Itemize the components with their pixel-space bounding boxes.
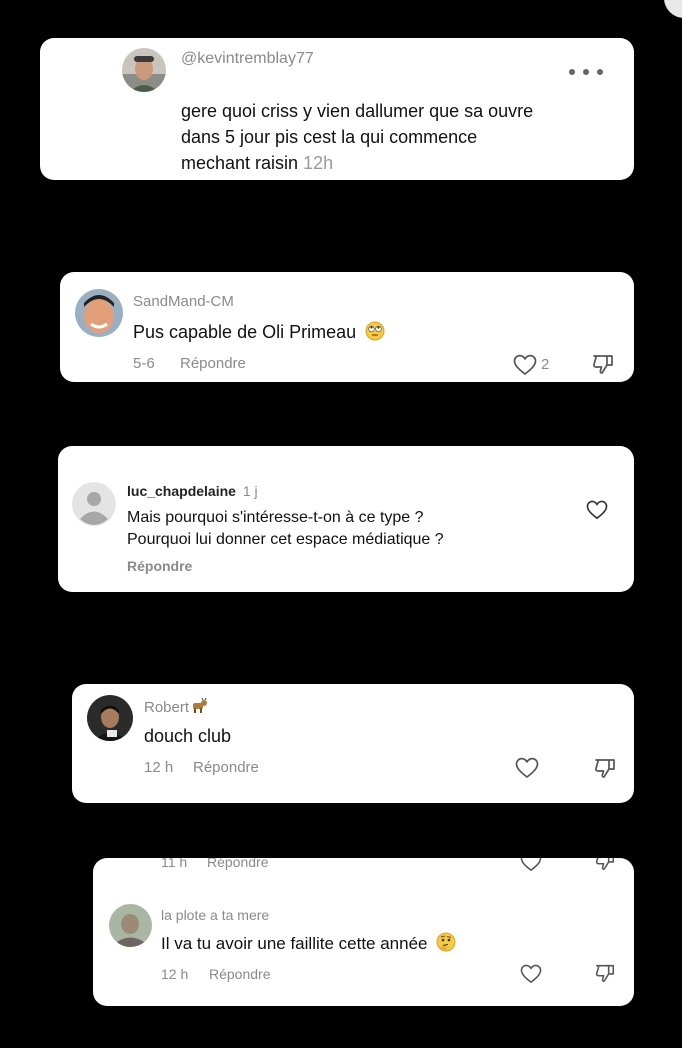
timestamp: 1 j: [242, 483, 258, 499]
timestamp: 12 h: [144, 759, 174, 776]
comment-text: Mais pourquoi s'intéresse-t-on à ce type…: [127, 507, 444, 551]
username[interactable]: SandMand-CM: [133, 293, 234, 310]
comment-card-3: luc_chapdelaine 1 j Mais pourquoi s'inté…: [58, 446, 634, 592]
goat-emoji: [193, 698, 208, 713]
username: luc_chapdelaine 1 j: [127, 483, 258, 499]
timestamp: 12h: [303, 153, 334, 173]
comment-line: Pourquoi lui donner cet espace médiatiqu…: [127, 531, 444, 548]
username[interactable]: @kevintremblay77: [181, 50, 314, 68]
heart-icon[interactable]: [586, 500, 608, 520]
comment-line: gere quoi criss y vien dallumer que sa o…: [181, 101, 534, 121]
comment-card-4: Robert douch club 12 h Répondre: [72, 684, 634, 803]
comment-line: Mais pourquoi s'intéresse-t-on à ce type…: [127, 509, 424, 526]
timestamp: 11 h: [161, 858, 188, 870]
avatar[interactable]: [87, 695, 133, 741]
comment-text: Pus capable de Oli Primeau: [133, 321, 385, 344]
thumbs-down-icon[interactable]: [594, 962, 616, 984]
heart-icon[interactable]: [513, 354, 537, 376]
comment-card-1: @kevintremblay77 gere quoi criss y vien …: [40, 38, 634, 180]
thumbs-down-icon[interactable]: [594, 858, 616, 872]
reply-button[interactable]: Répondre: [180, 355, 246, 372]
timestamp: 12 h: [161, 966, 189, 982]
like-count: 2: [541, 356, 550, 373]
reply-button[interactable]: Répondre: [207, 858, 269, 870]
default-avatar-icon[interactable]: [72, 482, 116, 526]
heart-icon[interactable]: [515, 757, 539, 779]
comment-text: gere quoi criss y vien dallumer que sa o…: [181, 98, 533, 176]
avatar[interactable]: [109, 904, 152, 947]
more-horizontal-icon[interactable]: [566, 66, 606, 78]
thinking-emoji: [436, 932, 456, 952]
avatar[interactable]: [122, 48, 166, 92]
comment-line: mechant raisin 12h: [181, 153, 334, 173]
comment-text: douch club: [144, 726, 232, 746]
corner-button[interactable]: [664, 0, 682, 18]
comment-line: dans 5 jour pis cest la qui commence: [181, 127, 478, 147]
heart-icon[interactable]: [520, 964, 542, 984]
username[interactable]: Robert: [144, 698, 208, 716]
comment-card-5: 11 h Répondre la plote a ta mere Il va t…: [93, 858, 634, 1006]
heart-icon[interactable]: [520, 858, 542, 872]
comment-card-2: SandMand-CM Pus capable de Oli Primeau 5…: [60, 272, 634, 382]
reply-button[interactable]: Répondre: [193, 759, 259, 776]
rolling-eyes-emoji: [365, 321, 385, 341]
thumbs-down-icon[interactable]: [591, 352, 615, 376]
username[interactable]: la plote a ta mere: [161, 907, 269, 923]
timestamp: 5-6: [133, 355, 155, 372]
comment-text: Il va tu avoir une faillite cette année: [161, 932, 456, 954]
thumbs-down-icon[interactable]: [593, 756, 617, 780]
reply-button[interactable]: Répondre: [127, 558, 192, 574]
reply-button[interactable]: Répondre: [209, 966, 271, 982]
avatar[interactable]: [75, 289, 123, 337]
